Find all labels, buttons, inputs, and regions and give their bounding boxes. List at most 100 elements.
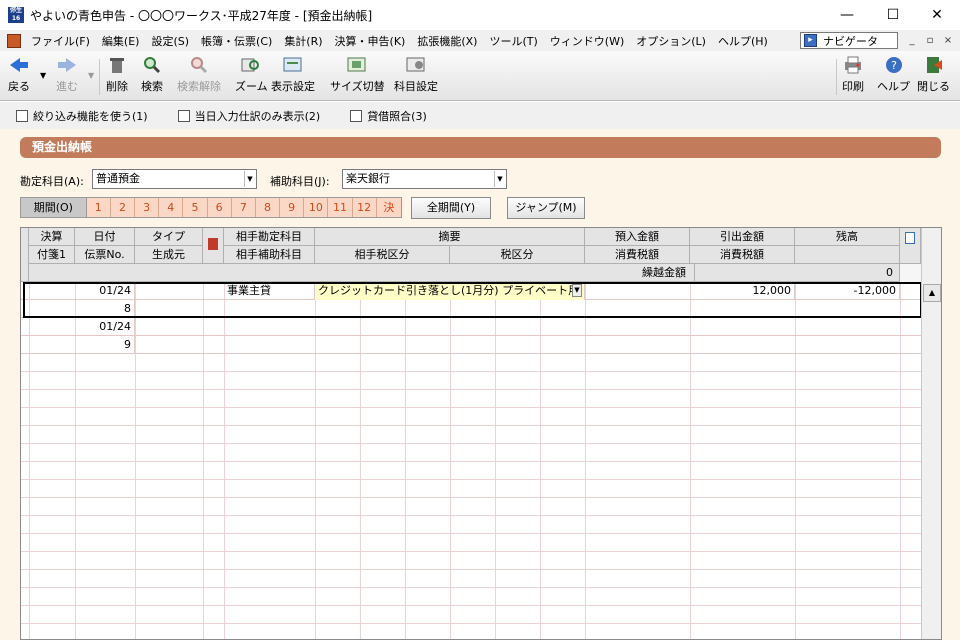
menu-edit[interactable]: 編集(E) (96, 33, 146, 49)
table-row[interactable]: 01/24 事業主貸 クレジットカード引き落とし(1月分) プライベート用 ▼ … (21, 282, 941, 300)
entry-slip-no[interactable]: 8 (75, 300, 135, 318)
back-dropdown-icon[interactable]: ▼ (40, 71, 46, 80)
menu-settings[interactable]: 設定(S) (145, 33, 195, 49)
entry-date[interactable]: 01/24 (75, 282, 135, 300)
menu-books[interactable]: 帳簿・伝票(C) (195, 33, 278, 49)
header-balance-blank (795, 246, 900, 264)
account-settings-button[interactable]: 科目設定 (394, 55, 438, 99)
period-selector: 期間(O) 1 2 3 4 5 6 7 8 9 10 11 12 決 (20, 197, 402, 218)
close-window-button[interactable]: ✕ (914, 0, 960, 30)
chevron-down-icon[interactable]: ▼ (494, 171, 505, 187)
month-10[interactable]: 10 (304, 198, 329, 217)
header-source: 生成元 (135, 246, 203, 264)
menu-options[interactable]: オプション(L) (630, 33, 712, 49)
table-row[interactable]: 9 (21, 336, 941, 354)
month-8[interactable]: 8 (255, 198, 281, 217)
menu-bar: ファイル(F) 編集(E) 設定(S) 帳簿・伝票(C) 集計(R) 決算・申告… (0, 30, 960, 51)
scroll-up-icon[interactable]: ▲ (923, 284, 941, 302)
reconcile-checkbox[interactable] (350, 109, 363, 122)
mdi-close-button[interactable]: × (940, 34, 956, 48)
menu-extensions[interactable]: 拡張機能(X) (411, 33, 483, 49)
jump-button[interactable]: ジャンプ(M) (507, 197, 585, 219)
account-select[interactable]: 普通預金 ▼ (92, 169, 257, 189)
all-period-button[interactable]: 全期間(Y) (411, 197, 491, 219)
grid-row-line (21, 534, 921, 552)
entry-account[interactable]: 事業主貸 (224, 282, 315, 300)
reconcile-option[interactable]: 貸借照合(3) (350, 108, 427, 124)
chevron-down-icon[interactable]: ▼ (244, 171, 255, 187)
size-toggle-button[interactable]: サイズ切替 (330, 55, 385, 99)
print-label: 印刷 (842, 80, 864, 93)
zoom-button[interactable]: ズーム (235, 55, 268, 99)
month-5[interactable]: 5 (183, 198, 208, 217)
clear-search-button[interactable]: 検索解除 (177, 55, 221, 99)
menu-help[interactable]: ヘルプ(H) (712, 33, 774, 49)
toolbar-divider (99, 59, 100, 95)
navigator-icon: ▸ (804, 34, 817, 47)
search-button[interactable]: 検索 (141, 55, 163, 99)
display-settings-button[interactable]: 表示設定 (271, 55, 315, 99)
month-3[interactable]: 3 (135, 198, 160, 217)
delete-button[interactable]: 削除 (106, 55, 128, 99)
memo-icon[interactable] (905, 232, 915, 244)
month-9[interactable]: 9 (280, 198, 305, 217)
today-only-checkbox[interactable] (177, 109, 190, 122)
header-memo (900, 228, 921, 264)
print-button[interactable]: 印刷 (842, 55, 864, 99)
vertical-scrollbar[interactable]: ▲ (921, 228, 941, 639)
delete-label: 削除 (106, 80, 128, 93)
navigator-button[interactable]: ▸ ナビゲータ (800, 32, 898, 49)
entry-description: クレジットカード引き落とし(1月分) プライベート用 (318, 284, 580, 297)
forward-dropdown-icon[interactable]: ▼ (88, 71, 94, 80)
month-6[interactable]: 6 (207, 198, 232, 217)
entry-slip-no[interactable]: 9 (75, 336, 135, 354)
back-button[interactable]: 戻る (8, 55, 30, 99)
grid-row-line (21, 480, 921, 498)
minimize-button[interactable]: — (824, 0, 870, 30)
month-7[interactable]: 7 (231, 198, 256, 217)
period-label[interactable]: 期間(O) (21, 198, 87, 217)
window-title: やよいの青色申告 - 〇〇〇ワークス･平成27年度 - [預金出納帳] (30, 8, 373, 23)
mdi-restore-button[interactable]: ▫ (922, 34, 938, 48)
close-button[interactable]: 閉じる (917, 55, 950, 99)
menu-closing[interactable]: 決算・申告(K) (329, 33, 412, 49)
toolbar: 戻る ▼ 進む ▼ 削除 検索 検索解除 ズーム 表示設定 サイズ切替 科目設定… (0, 51, 960, 101)
forward-label: 進む (56, 80, 78, 93)
month-2[interactable]: 2 (110, 198, 136, 217)
month-closing[interactable]: 決 (376, 198, 401, 217)
sub-account-value: 楽天銀行 (346, 172, 390, 185)
arrow-left-icon (8, 55, 30, 75)
month-4[interactable]: 4 (159, 198, 184, 217)
entry-withdrawal[interactable]: 12,000 (690, 282, 795, 300)
entry-date[interactable]: 01/24 (75, 318, 135, 336)
grid-row-line (21, 624, 921, 639)
table-row[interactable]: 01/24 (21, 318, 941, 336)
entry-balance: -12,000 (795, 282, 900, 300)
forward-button[interactable]: 進む (56, 55, 78, 99)
svg-text:?: ? (891, 59, 897, 72)
entry-description-input[interactable]: クレジットカード引き落とし(1月分) プライベート用 ▼ (315, 282, 585, 300)
help-button[interactable]: ? ヘルプ (877, 55, 910, 99)
menu-file[interactable]: ファイル(F) (25, 33, 96, 49)
size-toggle-label: サイズ切替 (330, 80, 385, 93)
month-12[interactable]: 12 (352, 198, 377, 217)
sub-account-select[interactable]: 楽天銀行 ▼ (342, 169, 507, 189)
menu-tools[interactable]: ツール(T) (483, 33, 543, 49)
filter-checkbox[interactable] (16, 109, 28, 122)
month-11[interactable]: 11 (328, 198, 353, 217)
sub-account-label: 補助科目(J): (270, 175, 330, 188)
table-row[interactable]: 8 (21, 300, 941, 318)
help-icon: ? (883, 55, 905, 75)
maximize-button[interactable]: ☐ (870, 0, 916, 30)
month-1[interactable]: 1 (86, 198, 111, 217)
size-toggle-icon (346, 55, 368, 75)
filter-option[interactable]: 絞り込み機能を使う(1) (16, 108, 148, 124)
today-only-label: 当日入力仕訳のみ表示(2) (194, 109, 321, 123)
menu-window[interactable]: ウィンドウ(W) (544, 33, 630, 49)
mdi-minimize-button[interactable]: _ (904, 34, 920, 48)
today-only-option[interactable]: 当日入力仕訳のみ表示(2) (177, 108, 321, 124)
menu-summary[interactable]: 集計(R) (278, 33, 328, 49)
header-deposit-tax: 消費税額 (585, 246, 690, 264)
chevron-down-icon[interactable]: ▼ (572, 284, 582, 297)
document-icon[interactable] (7, 33, 21, 48)
